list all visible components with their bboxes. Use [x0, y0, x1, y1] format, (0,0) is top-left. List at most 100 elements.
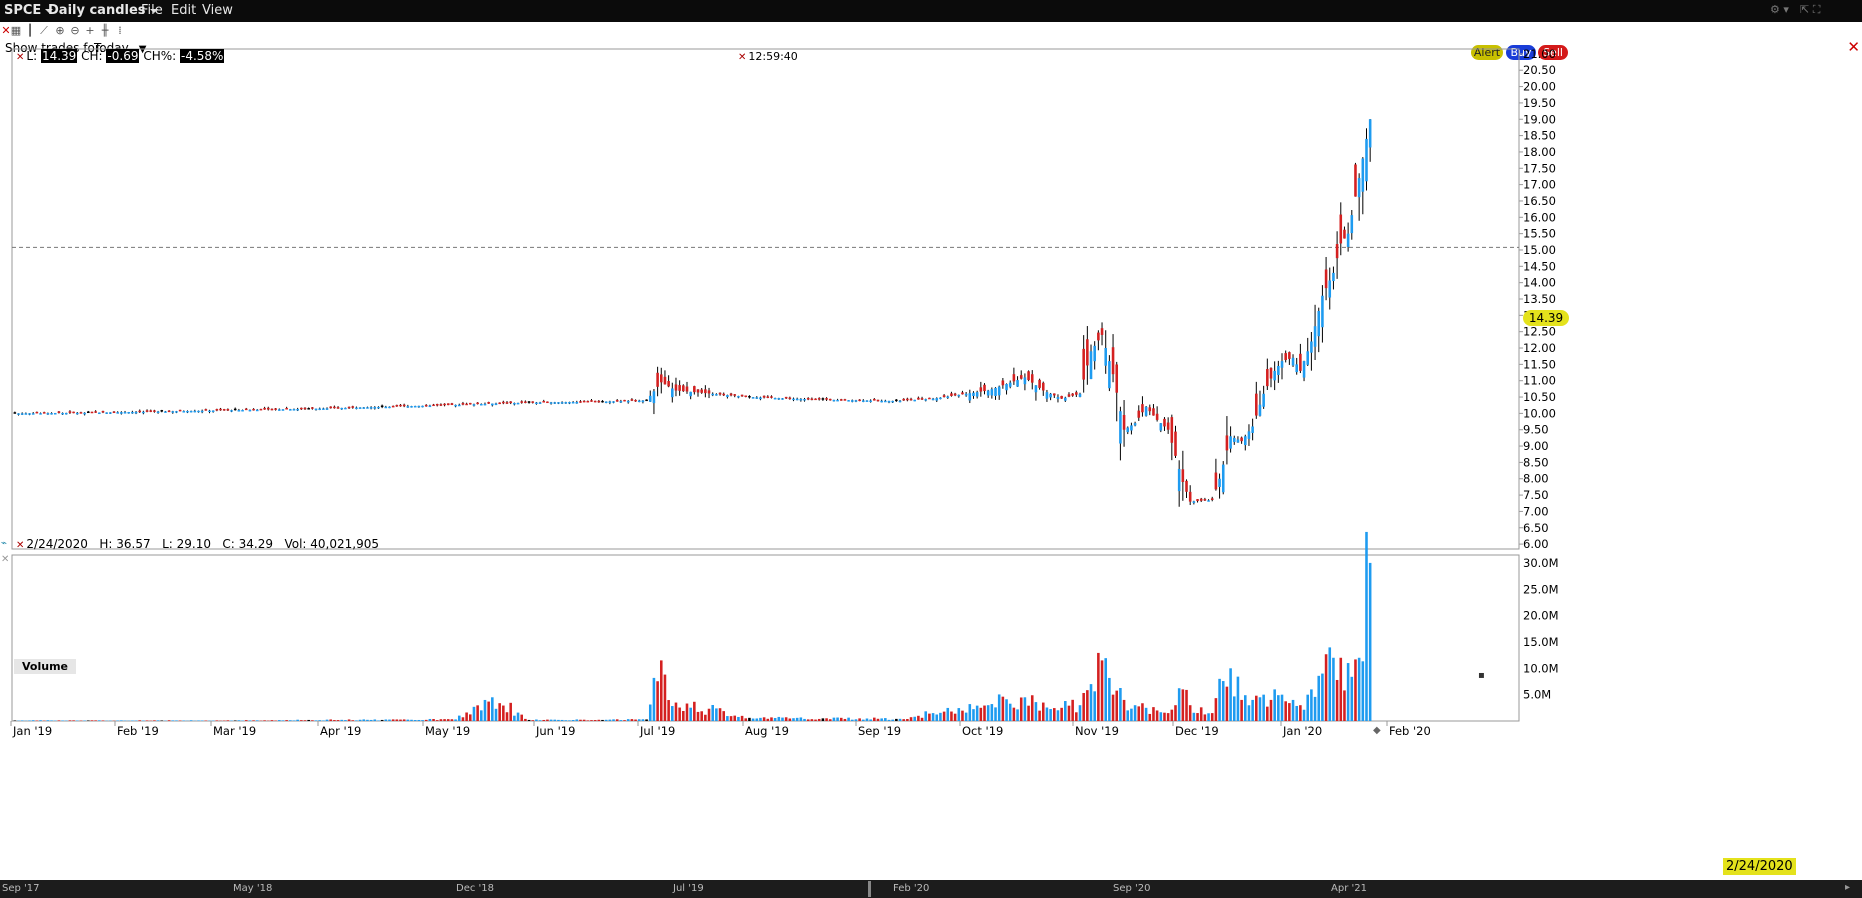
- close-icon[interactable]: ✕: [16, 52, 24, 63]
- candle-body: [211, 410, 215, 413]
- volume-bar: [1302, 709, 1306, 721]
- volume-bar: [424, 719, 428, 721]
- price-tick-label: 10.50: [1523, 390, 1556, 404]
- candle-body: [79, 412, 83, 414]
- candle-body: [1093, 345, 1096, 362]
- close-icon[interactable]: ✕: [738, 52, 746, 63]
- volume-bar: [792, 718, 795, 721]
- candle-body: [1339, 214, 1343, 244]
- candle-body: [986, 390, 990, 396]
- navigator-bar[interactable]: Sep '17 May '18 Dec '18 Jul '19 Feb '20 …: [0, 880, 1862, 898]
- candle-body: [876, 399, 880, 402]
- candle-body: [648, 395, 652, 402]
- volume-bar: [843, 718, 847, 721]
- volume-bar: [1082, 692, 1085, 721]
- candle-body: [579, 401, 582, 403]
- volume-bar: [296, 719, 299, 721]
- volume-bar: [1038, 710, 1041, 721]
- candle-body: [516, 402, 520, 405]
- candle-body: [483, 403, 487, 406]
- candle-body: [502, 401, 505, 404]
- volume-bar: [160, 720, 164, 721]
- volume-bar: [814, 719, 817, 721]
- volume-bar: [667, 700, 670, 721]
- candle-body: [450, 403, 454, 405]
- price-tick-label: 17.00: [1523, 178, 1556, 192]
- volume-bar: [311, 720, 314, 721]
- candle-body: [325, 408, 329, 410]
- volume-bar: [1310, 689, 1313, 721]
- candle-body: [891, 400, 894, 403]
- candle-body: [1016, 380, 1019, 387]
- candle-body: [1049, 393, 1052, 398]
- candle-body: [186, 410, 189, 413]
- volume-bar: [1365, 531, 1368, 721]
- volume-bar: [1019, 697, 1023, 721]
- volume-bar: [1034, 702, 1038, 721]
- volume-bar: [432, 718, 435, 721]
- candle-body: [715, 394, 718, 396]
- candle-body: [608, 401, 612, 403]
- candle-body: [388, 406, 391, 409]
- volume-bar: [777, 716, 781, 721]
- volume-bar: [300, 720, 303, 721]
- candle-body: [1075, 392, 1078, 395]
- candle-body: [28, 413, 31, 415]
- volume-bar: [358, 719, 362, 721]
- candle-body: [424, 404, 428, 407]
- candle-body: [255, 409, 259, 412]
- volume-bar: [891, 719, 894, 721]
- volume-bar: [318, 720, 321, 721]
- volume-bar: [762, 717, 766, 721]
- candle-body: [759, 397, 762, 400]
- candle-body: [399, 404, 402, 407]
- volume-bar: [516, 712, 520, 721]
- candle-body: [336, 407, 340, 409]
- volume-bar: [391, 719, 395, 721]
- candle-body: [1313, 326, 1317, 347]
- volume-tick-label: 20.0M: [1523, 609, 1559, 623]
- candle-body: [215, 409, 219, 411]
- volume-bar: [902, 719, 905, 721]
- candle-body: [1295, 364, 1298, 373]
- volume-bar: [626, 719, 630, 721]
- candle-body: [362, 407, 366, 409]
- close-icon[interactable]: ✕: [16, 540, 24, 551]
- volume-bar: [542, 719, 546, 721]
- navigator-end-icon[interactable]: ▸: [1845, 882, 1857, 896]
- navigator-handle[interactable]: [868, 881, 871, 897]
- candle-body: [1181, 469, 1185, 483]
- price-chart[interactable]: 21.00 20.50 20.00 19.50 19.00 18.50 18.00 17.50…: [0, 0, 1862, 898]
- candle-body: [667, 381, 670, 387]
- candle-body: [35, 411, 39, 414]
- legend-chp-value: -4.58%: [180, 49, 225, 63]
- time-axis-label: May '19: [425, 724, 470, 738]
- price-tick-label: 15.00: [1523, 243, 1556, 257]
- price-tick-label: 9.50: [1523, 423, 1549, 437]
- volume-bar: [351, 720, 355, 721]
- volume-bar: [248, 720, 252, 721]
- candle-body: [266, 407, 270, 410]
- price-tick-label: 16.00: [1523, 210, 1556, 224]
- drawing-tool-icon[interactable]: ⌁: [1, 538, 7, 549]
- candle-body: [1141, 404, 1144, 413]
- volume-bar: [1247, 705, 1251, 721]
- candle-body: [244, 408, 248, 411]
- candle-body: [1357, 178, 1361, 198]
- scroll-marker-icon[interactable]: ◆: [1373, 725, 1381, 736]
- close-volume-panel-icon[interactable]: ✕: [1, 554, 9, 565]
- candle-body: [480, 403, 483, 406]
- volume-bar: [906, 719, 909, 721]
- candle-body: [358, 407, 362, 409]
- volume-bar: [744, 718, 748, 721]
- volume-bar: [953, 713, 957, 721]
- candle-body: [928, 397, 931, 400]
- candle-body: [1108, 361, 1111, 389]
- volume-bar: [145, 720, 149, 721]
- candle-body: [1302, 361, 1306, 378]
- candle-body: [333, 406, 336, 409]
- candle-body: [90, 411, 94, 414]
- candle-body: [744, 395, 748, 398]
- volume-bar: [443, 719, 446, 721]
- candle-body: [505, 402, 509, 404]
